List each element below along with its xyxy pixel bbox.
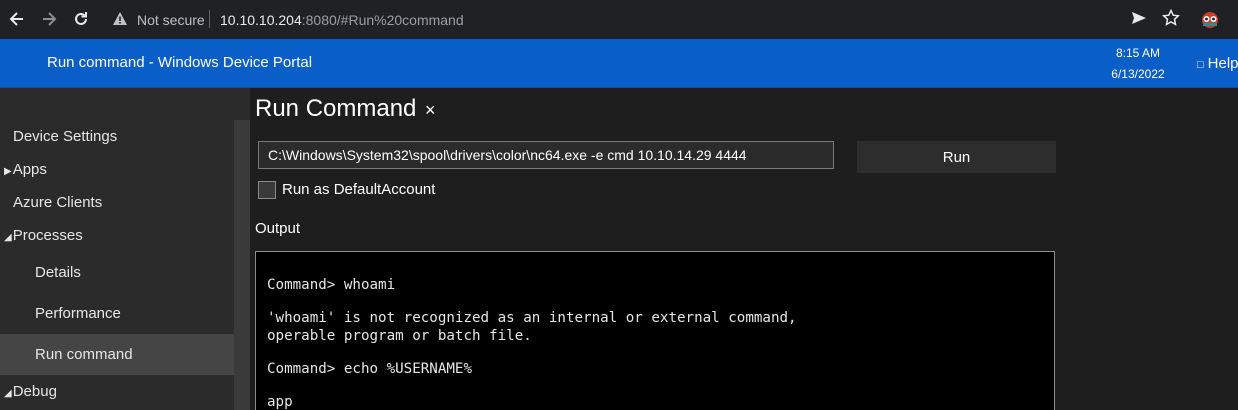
help-label: Help <box>1207 55 1238 72</box>
sidebar-item-azure-clients[interactable]: Azure Clients <box>0 194 234 214</box>
sidebar-item-processes[interactable]: ◢Processes <box>0 227 234 247</box>
extension-icon[interactable] <box>1199 9 1221 31</box>
url-text[interactable]: 10.10.10.204:8080/#Run%20command <box>220 12 464 28</box>
output-line: Command> echo %USERNAME% <box>267 361 472 377</box>
run-command-panel: Run Command × Run Run as DefaultAccount … <box>250 88 1238 410</box>
checkbox-label: Run as DefaultAccount <box>282 181 436 198</box>
app-title: Run command - Windows Device Portal <box>47 54 313 71</box>
sidebar-item-performance[interactable]: Performance <box>0 305 234 325</box>
sidebar-item-run-command[interactable]: Run command <box>0 334 234 375</box>
warning-icon[interactable] <box>112 11 128 27</box>
output-line: app <box>267 394 293 410</box>
sidebar: Device Settings ▶Apps Azure Clients ◢Pro… <box>0 88 250 410</box>
sidebar-item-label: Details <box>35 264 81 281</box>
run-button[interactable]: Run <box>857 141 1056 173</box>
sidebar-item-details[interactable]: Details <box>0 264 234 284</box>
run-as-default-account-checkbox[interactable] <box>258 181 276 199</box>
sidebar-item-apps[interactable]: ▶Apps <box>0 161 234 181</box>
sidebar-item-label: Apps <box>12 161 47 178</box>
output-console[interactable]: Command> whoami 'whoami' is not recogniz… <box>255 251 1055 410</box>
star-icon[interactable] <box>1160 8 1182 31</box>
send-icon[interactable] <box>1128 9 1150 31</box>
expand-arrow-icon: ▶ <box>4 166 12 177</box>
output-label: Output <box>255 220 301 237</box>
portal-header: Run command - Windows Device Portal 8:15… <box>0 39 1238 88</box>
back-arrow-icon[interactable] <box>7 9 27 29</box>
sidebar-scrollbar[interactable] <box>234 120 250 410</box>
sidebar-item-label: Device Settings <box>13 128 118 145</box>
url-path: :8080/#Run%20command <box>301 12 464 28</box>
output-line: Command> whoami <box>267 277 396 293</box>
sidebar-item-label: Performance <box>35 305 121 322</box>
output-line: 'whoami' is not recognized as an interna… <box>267 310 797 326</box>
close-icon[interactable]: × <box>425 100 436 121</box>
sidebar-item-label: Processes <box>12 227 83 244</box>
reload-icon[interactable] <box>71 9 91 29</box>
not-secure-label: Not secure <box>137 12 205 28</box>
browser-toolbar: Not secure 10.10.10.204:8080/#Run%20comm… <box>0 0 1238 39</box>
collapse-arrow-icon: ◢ <box>4 388 12 399</box>
sidebar-item-label: Run command <box>35 346 133 363</box>
url-divider <box>209 10 210 28</box>
sidebar-item-label: Debug <box>12 383 57 400</box>
collapse-arrow-icon: ◢ <box>4 232 12 243</box>
sidebar-item-device-settings[interactable]: Device Settings <box>0 128 234 148</box>
help-link[interactable]: □ Help <box>1197 55 1238 72</box>
output-line: operable program or batch file. <box>267 328 532 344</box>
panel-title: Run Command <box>255 95 417 122</box>
forward-arrow-icon[interactable] <box>39 9 59 29</box>
clock-date: 6/13/2022 <box>1111 67 1165 81</box>
clock-time: 8:15 AM <box>1115 46 1161 60</box>
command-input[interactable] <box>258 141 834 169</box>
sidebar-item-debug[interactable]: ◢Debug <box>0 383 234 403</box>
url-host: 10.10.10.204 <box>220 12 302 28</box>
help-icon: □ <box>1197 59 1204 71</box>
sidebar-item-label: Azure Clients <box>13 194 103 211</box>
address-bar[interactable]: Not secure 10.10.10.204:8080/#Run%20comm… <box>100 6 1230 33</box>
